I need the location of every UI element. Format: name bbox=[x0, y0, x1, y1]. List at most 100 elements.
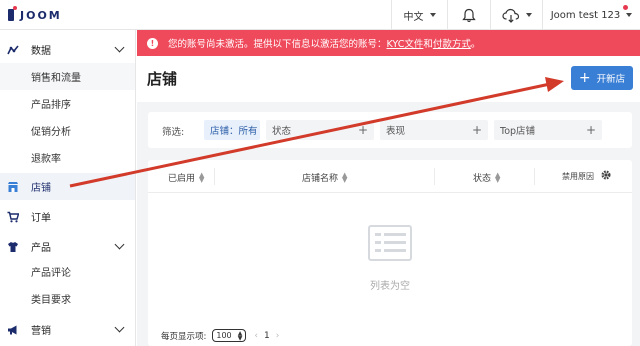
select-arrows-icon: ▲ ▼ bbox=[237, 329, 243, 342]
column-label: 禁用原因 bbox=[562, 172, 594, 181]
sidebar-item-marketing[interactable]: 营销 bbox=[0, 316, 135, 343]
sort-icon: ▲ ▼ bbox=[342, 170, 348, 184]
sidebar-item-refund-rate[interactable]: 退款率 bbox=[0, 144, 135, 171]
sidebar-item-label: 店铺 bbox=[31, 183, 51, 194]
column-label: 已启用 bbox=[168, 174, 196, 184]
sidebar-item-data[interactable]: 数据 bbox=[0, 36, 135, 63]
store-icon bbox=[7, 181, 19, 193]
sidebar: 数据 销售和流量 产品排序 促销分析 退款率 店铺 订单 产品 产品评论 类目要… bbox=[0, 30, 136, 346]
payment-method-link[interactable]: 付款方式 bbox=[433, 36, 471, 50]
top-bar: JOOM 中文 Joom test 123 bbox=[0, 0, 640, 30]
sidebar-item-promo-analysis[interactable]: 促销分析 bbox=[0, 117, 135, 144]
user-menu[interactable]: Joom test 123 bbox=[542, 0, 640, 30]
sidebar-item-label: 产品评论 bbox=[31, 268, 71, 279]
page-size-value: 100 bbox=[216, 331, 232, 340]
megaphone-icon bbox=[7, 324, 19, 336]
sidebar-item-label: 促销分析 bbox=[31, 127, 71, 138]
bell-icon bbox=[462, 8, 476, 22]
language-label: 中文 bbox=[403, 11, 424, 23]
analytics-icon bbox=[7, 44, 19, 56]
sidebar-item-label: 数据 bbox=[31, 46, 51, 57]
column-status[interactable]: 状态 ▲ ▼ bbox=[473, 171, 500, 184]
cart-icon bbox=[7, 211, 19, 223]
stores-table: 已启用 ▲ ▼ 店铺名称 ▲ ▼ 状态 ▲ ▼ 禁用原因 列表为空 bbox=[148, 160, 632, 346]
previous-page-button[interactable]: ‹ bbox=[254, 331, 258, 341]
kyc-link[interactable]: KYC文件 bbox=[387, 36, 424, 50]
filter-chip-performance[interactable]: 表现 + bbox=[380, 120, 488, 140]
table-header: 已启用 ▲ ▼ 店铺名称 ▲ ▼ 状态 ▲ ▼ 禁用原因 bbox=[148, 160, 632, 193]
sidebar-item-product-reviews[interactable]: 产品评论 bbox=[0, 258, 135, 285]
filter-chip-label: 状态 bbox=[272, 126, 292, 137]
sidebar-item-label: 订单 bbox=[31, 213, 51, 224]
alert-icon: ! bbox=[147, 37, 158, 49]
sidebar-item-product-ranking[interactable]: 产品排序 bbox=[0, 90, 135, 117]
chevron-down-icon bbox=[114, 322, 125, 333]
chevron-down-icon bbox=[626, 13, 633, 17]
filter-bar: 筛选: 店铺：所有 状态 + 表现 + Top店铺 + bbox=[148, 112, 632, 148]
column-enabled[interactable]: 已启用 ▲ ▼ bbox=[168, 171, 204, 184]
filter-chip-top-stores[interactable]: Top店铺 + bbox=[494, 120, 602, 140]
chevron-down-icon bbox=[114, 239, 125, 250]
filter-chip-label: Top店铺 bbox=[500, 126, 536, 137]
plus-icon: + bbox=[585, 123, 596, 137]
filter-chip-label: 店铺：所有 bbox=[210, 126, 258, 137]
new-store-button[interactable]: + 开新店 bbox=[571, 66, 633, 90]
alert-text-end: 。 bbox=[470, 39, 481, 50]
alert-text-mid: 和 bbox=[423, 39, 433, 50]
pagination: 每页显示项: 100 ▲ ▼ ‹ 1 › bbox=[161, 329, 279, 342]
sidebar-item-label: 销售和流量 bbox=[31, 73, 81, 84]
table-settings-button[interactable] bbox=[600, 169, 612, 181]
filter-label: 筛选: bbox=[162, 127, 185, 138]
column-label: 店铺名称 bbox=[302, 174, 339, 184]
sidebar-item-stores[interactable]: 店铺 bbox=[0, 173, 135, 200]
logo-text: JOOM bbox=[20, 8, 62, 22]
sidebar-item-category-requirements[interactable]: 类目要求 bbox=[0, 285, 135, 312]
page-size-select[interactable]: 100 ▲ ▼ bbox=[212, 329, 247, 342]
plus-icon: + bbox=[357, 123, 368, 137]
cloud-download-icon bbox=[501, 8, 519, 23]
chevron-down-icon bbox=[114, 42, 125, 53]
notification-dot bbox=[623, 5, 628, 10]
sidebar-item-orders[interactable]: 订单 bbox=[0, 203, 135, 230]
sidebar-item-label: 产品 bbox=[31, 243, 51, 254]
notifications-button[interactable] bbox=[447, 0, 490, 30]
new-store-label: 开新店 bbox=[596, 74, 626, 85]
user-name: Joom test 123 bbox=[550, 9, 621, 21]
filter-chip-store[interactable]: 店铺：所有 bbox=[204, 120, 260, 140]
language-selector[interactable]: 中文 bbox=[391, 0, 447, 30]
shirt-icon bbox=[7, 241, 19, 253]
chevron-down-icon bbox=[429, 13, 436, 17]
empty-list-text: 列表为空 bbox=[370, 281, 410, 292]
filter-chip-status[interactable]: 状态 + bbox=[266, 120, 374, 140]
column-divider bbox=[434, 168, 435, 185]
plus-icon: + bbox=[471, 123, 482, 137]
joom-logo[interactable]: JOOM bbox=[8, 6, 62, 24]
download-button[interactable] bbox=[490, 0, 542, 30]
sidebar-item-sales-traffic[interactable]: 销售和流量 bbox=[0, 63, 135, 90]
activation-alert-banner: ! 您的账号尚未激活。提供以下信息以激活您的账号： KYC文件 和 付款方式 。 bbox=[137, 30, 640, 56]
gear-icon bbox=[601, 170, 611, 180]
empty-list-icon bbox=[368, 225, 412, 261]
sidebar-item-label: 退款率 bbox=[31, 154, 61, 165]
column-store-name[interactable]: 店铺名称 ▲ ▼ bbox=[302, 171, 347, 184]
column-disable-reason[interactable]: 禁用原因 bbox=[562, 171, 602, 182]
joom-logo-mark bbox=[8, 6, 17, 21]
page-title: 店铺 bbox=[147, 70, 178, 88]
current-page[interactable]: 1 bbox=[264, 331, 270, 341]
sort-icon: ▲ ▼ bbox=[495, 170, 501, 184]
column-label: 状态 bbox=[473, 174, 492, 184]
chevron-down-icon bbox=[525, 13, 532, 17]
filter-chip-label: 表现 bbox=[386, 126, 406, 137]
sidebar-item-label: 类目要求 bbox=[31, 295, 71, 306]
column-divider bbox=[214, 168, 215, 185]
sidebar-item-label: 营销 bbox=[31, 326, 51, 337]
alert-text: 您的账号尚未激活。提供以下信息以激活您的账号： bbox=[168, 39, 387, 50]
page-size-label: 每页显示项: bbox=[161, 331, 207, 342]
sidebar-item-label: 产品排序 bbox=[31, 100, 71, 111]
sort-icon: ▲ ▼ bbox=[199, 170, 205, 184]
annotation-arrow-head bbox=[545, 77, 564, 92]
column-divider bbox=[534, 168, 535, 185]
plus-icon: + bbox=[578, 70, 591, 86]
next-page-button[interactable]: › bbox=[276, 331, 280, 341]
sidebar-item-products[interactable]: 产品 bbox=[0, 233, 135, 260]
